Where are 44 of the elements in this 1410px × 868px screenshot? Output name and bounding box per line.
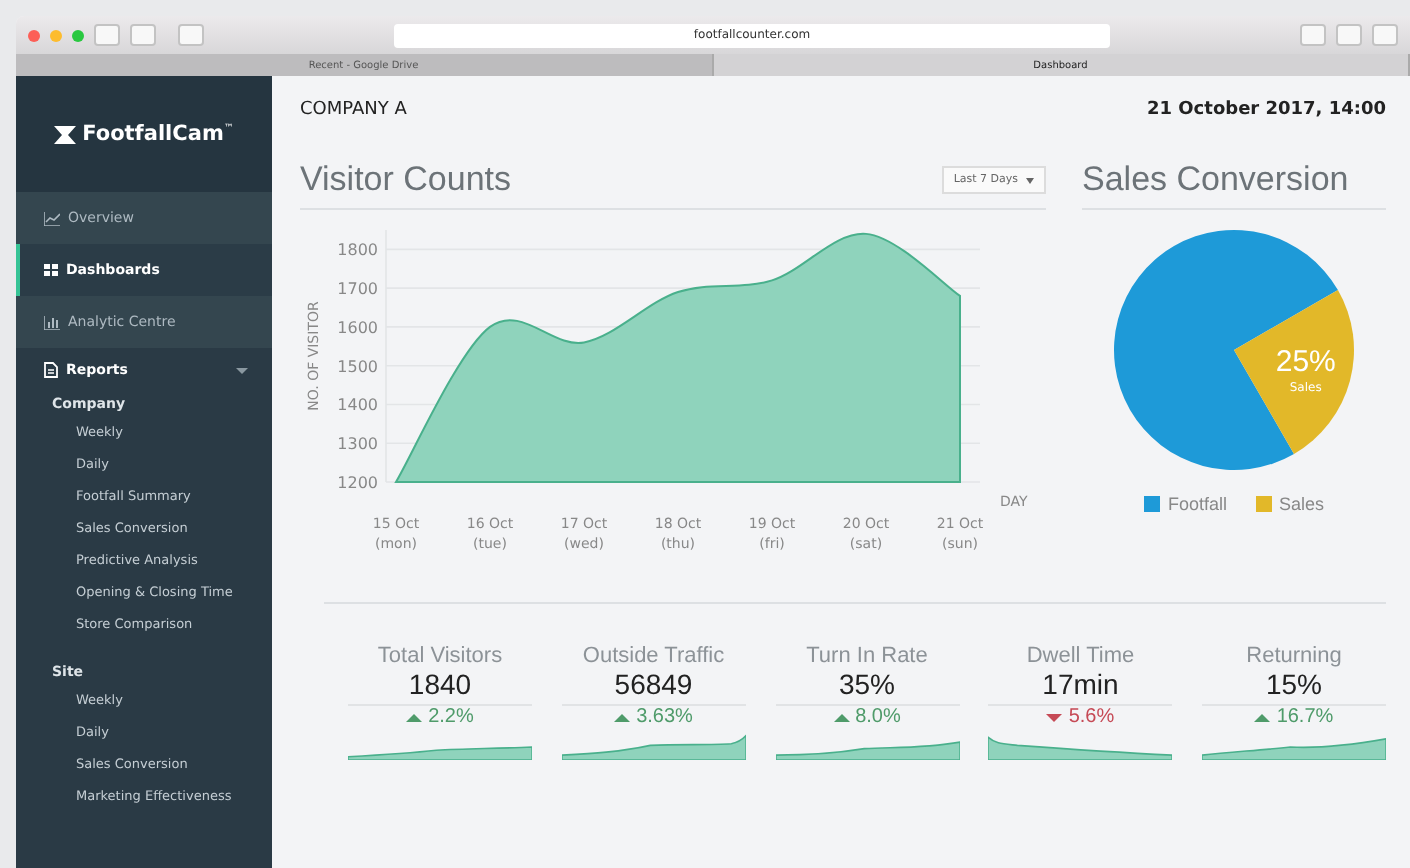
date-time: 21 October 2017, 14:00	[1147, 100, 1386, 120]
sidebar-button[interactable]	[178, 24, 204, 46]
kpi-label: Turn In Rate	[806, 644, 928, 668]
back-button[interactable]	[94, 24, 120, 46]
kpi-value: 35%	[838, 668, 896, 700]
kpi-label: Total Visitors	[377, 644, 503, 668]
kpi-change: 3.63%	[636, 706, 693, 728]
kpi-change: 2.2%	[428, 706, 474, 728]
kpi-label: Returning	[1246, 644, 1342, 668]
kpi-change: 16.7%	[1276, 706, 1334, 728]
panel-title: Sales Conversion	[1082, 160, 1349, 200]
toolbar-button[interactable]	[1300, 24, 1326, 46]
logo-icon	[54, 125, 77, 143]
kpi-value: 17min	[1042, 668, 1119, 700]
maximize-icon[interactable]	[72, 29, 84, 41]
y-tick-label: 1400	[337, 396, 378, 415]
kpi-value: 56849	[614, 668, 693, 700]
y-tick-label: 1800	[337, 241, 378, 260]
logo-text: FootfallCam$^{™}$	[82, 122, 234, 146]
y-tick-label: 1500	[337, 357, 378, 376]
kpi-value: 15%	[1265, 668, 1323, 700]
grid-icon	[44, 264, 58, 276]
kpi-label: Dwell Time	[1026, 644, 1135, 668]
minimize-icon[interactable]	[50, 29, 62, 41]
bar-chart-icon	[44, 315, 60, 329]
document-icon	[44, 362, 58, 378]
share-button[interactable]	[1336, 24, 1362, 46]
kpi-value: 1840	[408, 668, 472, 700]
panel-title: Visitor Counts	[300, 160, 512, 200]
kpi-change: 5.6%	[1068, 706, 1115, 728]
kpi-change: 8.0%	[855, 706, 901, 728]
close-icon[interactable]	[28, 29, 40, 41]
kpi-label: Outside Traffic	[582, 644, 725, 668]
y-tick-label: 1200	[337, 474, 378, 492]
y-tick-label: 1300	[337, 435, 378, 454]
y-tick-label: 1700	[337, 280, 378, 299]
line-chart-icon	[44, 211, 60, 225]
company-name: COMPANY A	[300, 100, 407, 120]
y-tick-label: 1600	[337, 318, 378, 337]
forward-button[interactable]	[130, 24, 156, 46]
legend-label: Sales	[1279, 494, 1325, 514]
tabs-button[interactable]	[1372, 24, 1398, 46]
legend-label: Footfall	[1167, 494, 1227, 514]
slice-value-label: 25%	[1275, 345, 1336, 380]
